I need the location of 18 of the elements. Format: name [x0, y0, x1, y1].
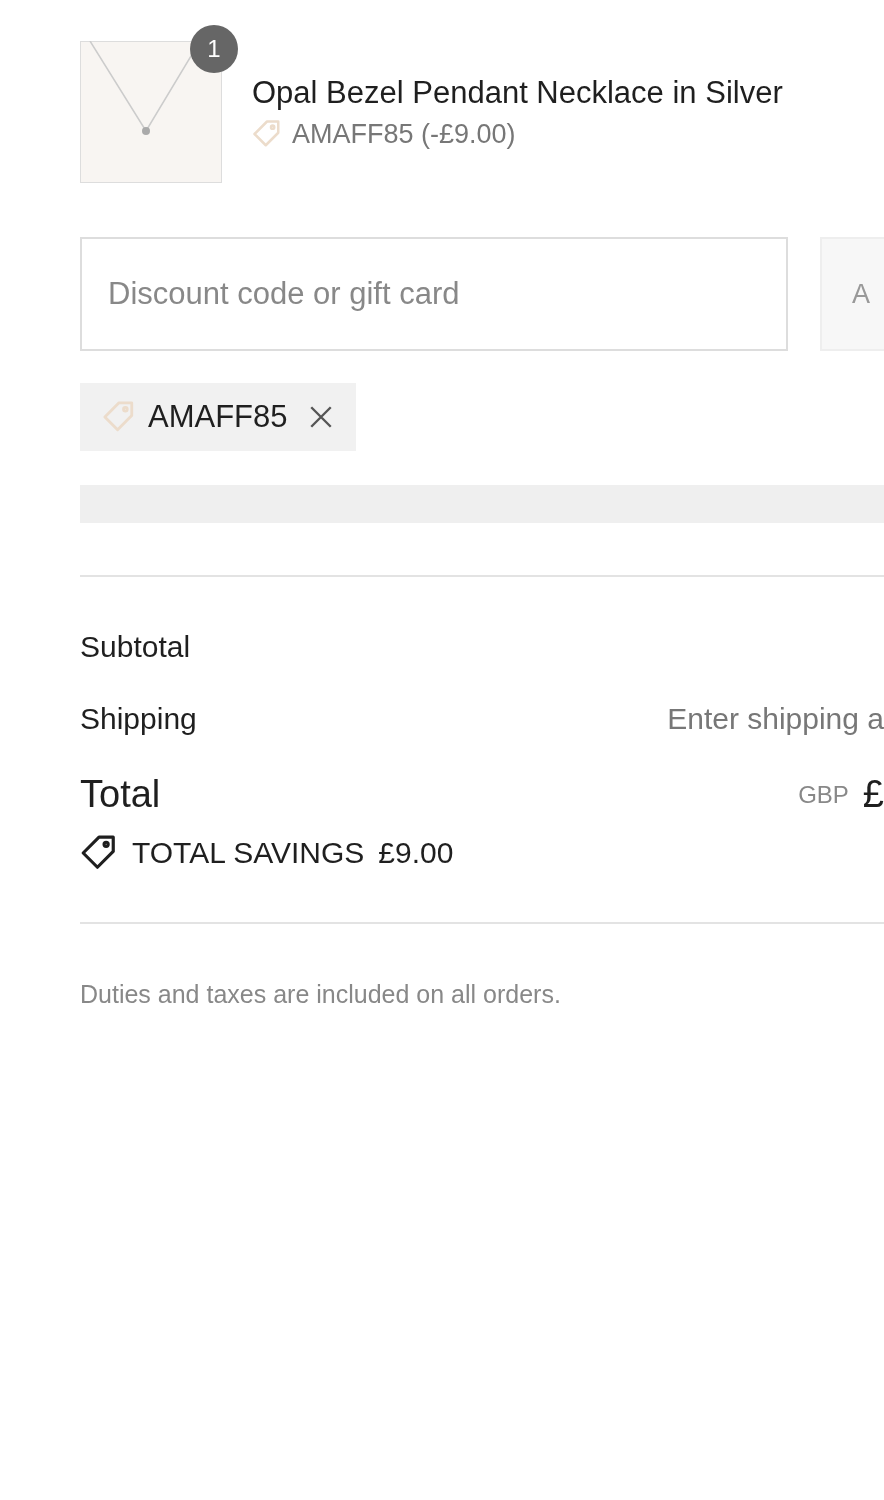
discount-field[interactable]: Discount code or gift card — [80, 237, 788, 351]
tag-icon — [80, 834, 118, 872]
savings-label: TOTAL SAVINGS — [132, 836, 365, 870]
tax-note: Duties and taxes are included on all orders. — [80, 980, 562, 1009]
quantity-badge: 1 — [190, 25, 238, 73]
tag-icon — [102, 400, 136, 434]
savings-amount: £9.00 — [378, 836, 454, 870]
tag-icon — [252, 119, 282, 149]
summary-label: Subtotal — [80, 630, 191, 664]
currency-code: GBP — [798, 780, 849, 809]
product-name: Opal Bezel Pendant Necklace in Silver — [252, 74, 783, 111]
summary-value: Enter shipping a — [667, 702, 884, 736]
summary-label: Shipping — [80, 702, 197, 736]
discount-label: AMAFF85 (-£9.00) — [292, 118, 516, 150]
total-amount: £ — [862, 773, 884, 816]
apply-button[interactable]: A — [820, 237, 884, 351]
discount-code: AMAFF85 — [148, 399, 288, 435]
total-label: Total — [80, 773, 161, 816]
